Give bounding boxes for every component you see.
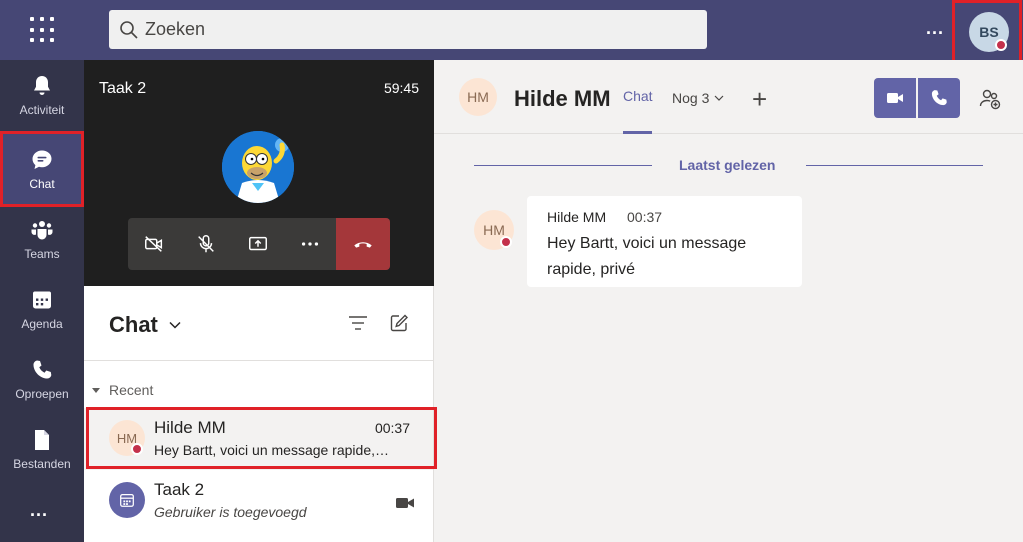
chat-list-title-text: Chat — [109, 312, 158, 337]
app-launcher-icon[interactable] — [22, 12, 62, 48]
message-author: Hilde MM — [547, 209, 607, 225]
call-title: Taak 2 — [99, 80, 147, 97]
calendar-icon — [120, 493, 134, 507]
more-tabs-label: Nog 3 — [672, 90, 710, 106]
rail-more-apps-button[interactable]: ... — [30, 500, 48, 521]
video-camera-icon — [887, 93, 903, 103]
rail-item-label: Oproepen — [15, 386, 69, 401]
rail-item-label: Activiteit — [19, 102, 65, 117]
search-icon — [120, 20, 138, 39]
selected-chat-highlight — [86, 407, 437, 469]
chat-list-divider — [84, 360, 434, 361]
hang-up-icon — [354, 242, 372, 248]
mute-button[interactable] — [180, 218, 232, 270]
audio-call-button[interactable] — [918, 78, 960, 118]
chat-row-taak2[interactable]: Taak 2 Gebruiker is toegevoegd — [84, 470, 433, 532]
avatar-initials: HM — [483, 222, 505, 238]
rail-item-calendar[interactable]: Agenda — [0, 274, 84, 344]
caret-down-icon — [92, 387, 100, 393]
phone-icon — [931, 90, 947, 106]
last-read-line-right — [806, 165, 983, 166]
last-read-label: Laatst gelezen — [679, 157, 776, 173]
rail-item-label: Agenda — [21, 316, 63, 331]
chevron-down-icon — [169, 321, 181, 329]
presence-busy-icon — [500, 236, 512, 248]
camera-off-icon — [145, 236, 163, 252]
user-avatar[interactable]: BS — [969, 12, 1009, 52]
call-control-bar — [128, 218, 390, 270]
rail-item-activity[interactable]: Activiteit — [0, 60, 84, 130]
user-avatar-highlight: BS — [952, 0, 1022, 63]
call-buttons — [874, 78, 960, 118]
chat-row-name: Taak 2 — [154, 480, 205, 499]
message-avatar[interactable]: HM — [474, 210, 514, 250]
rail-item-calls[interactable]: Oproepen — [0, 344, 84, 414]
more-actions-button[interactable] — [284, 218, 336, 270]
meeting-avatar — [109, 482, 145, 518]
mic-off-icon — [198, 235, 214, 253]
message-bubble[interactable]: Hilde MM 00:37 Hey Bartt, voici un messa… — [527, 196, 802, 287]
active-tab-indicator — [623, 131, 652, 134]
rail-item-label: Bestanden — [13, 456, 71, 471]
call-timer: 59:45 — [383, 80, 419, 96]
hang-up-button[interactable] — [336, 218, 390, 270]
cartoon-avatar-icon — [222, 131, 294, 203]
conversation-header: HM Hilde MM Chat Nog 3 + — [434, 60, 1023, 134]
recent-section-header[interactable]: Recent — [92, 382, 153, 398]
bell-icon — [34, 75, 50, 95]
recent-label: Recent — [109, 382, 154, 398]
rail-chat-highlight — [0, 131, 84, 207]
chevron-down-icon — [714, 95, 724, 101]
user-initials: BS — [979, 24, 999, 40]
add-tab-button[interactable]: + — [752, 84, 767, 115]
more-tabs-dropdown[interactable]: Nog 3 — [672, 90, 724, 106]
avatar-initials: HM — [467, 89, 489, 105]
presence-busy-icon — [995, 39, 1007, 51]
chat-list-title[interactable]: Chat — [109, 312, 182, 338]
search-input[interactable]: Zoeken — [109, 10, 707, 49]
message-text: Hey Bartt, voici un message rapide, priv… — [547, 235, 747, 278]
rail-item-teams[interactable]: Teams — [0, 204, 84, 274]
avatar: HM — [459, 78, 497, 116]
phone-icon — [33, 360, 52, 378]
camera-off-button[interactable] — [128, 218, 180, 270]
add-people-icon[interactable] — [978, 87, 1002, 111]
rail-item-label: Teams — [24, 246, 60, 261]
share-screen-icon — [249, 236, 267, 251]
teams-icon — [31, 220, 53, 239]
call-participant-avatar — [222, 131, 294, 203]
chat-row-preview: Gebruiker is toegevoegd — [154, 504, 307, 520]
new-chat-icon[interactable] — [389, 313, 409, 333]
rail-item-files[interactable]: Bestanden — [0, 414, 84, 484]
calendar-icon — [33, 291, 51, 308]
file-icon — [35, 429, 49, 450]
more-options-button[interactable]: ... — [926, 18, 944, 39]
tab-chat[interactable]: Chat — [623, 88, 653, 104]
search-placeholder: Zoeken — [145, 19, 206, 39]
video-call-button[interactable] — [874, 78, 916, 118]
video-call-icon — [396, 498, 414, 508]
share-screen-button[interactable] — [232, 218, 284, 270]
more-icon — [301, 242, 319, 246]
last-read-line-left — [474, 165, 652, 166]
message-time: 00:37 — [627, 209, 663, 225]
filter-icon[interactable] — [348, 314, 368, 332]
call-panel: Taak 2 59:45 — [84, 60, 434, 286]
top-bar: Zoeken ... BS — [0, 0, 1023, 63]
conversation-title: Hilde MM — [514, 86, 611, 111]
